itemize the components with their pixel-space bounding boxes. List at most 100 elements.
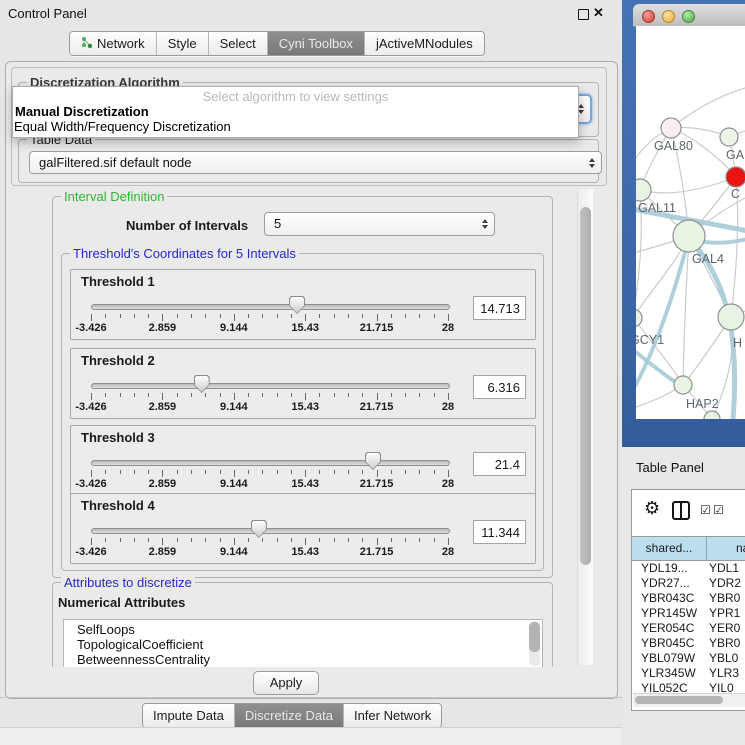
table-row[interactable]: YBR045CYBR0 <box>632 636 745 651</box>
group-title: Interval Definition <box>61 189 167 204</box>
table-row[interactable]: YLR345WYLR3 <box>632 666 745 681</box>
slider-ticks <box>91 393 449 401</box>
table-row[interactable]: YPR145WYPR1 <box>632 606 745 621</box>
option-equal-width-frequency[interactable]: Equal Width/Frequency Discretization <box>14 119 231 134</box>
cell-shared-name: YER054C <box>641 621 694 636</box>
threshold-value-field[interactable]: 21.4 <box>473 452 526 476</box>
threshold-value-field[interactable]: 11.344 <box>473 520 526 544</box>
slider-ticks <box>91 470 449 478</box>
columns-icon[interactable] <box>672 501 690 520</box>
apply-button[interactable]: Apply <box>253 671 319 695</box>
close-traffic-light[interactable] <box>642 10 655 23</box>
status-strip <box>0 728 622 745</box>
unlabeled-node[interactable] <box>720 128 738 146</box>
table-row[interactable]: YBR043CYBR0 <box>632 591 745 606</box>
threshold-label: Threshold 2 <box>81 353 155 368</box>
attribute-item[interactable]: SelfLoops <box>64 620 542 637</box>
cell-shared-name: YPR145W <box>641 606 697 621</box>
number-of-intervals-combobox[interactable]: 5 <box>264 212 495 236</box>
cell-name: YBL0 <box>709 651 738 666</box>
control-panel-tabs: Network Style Select Cyni Toolbox jActiv… <box>69 31 485 56</box>
node-label: GA <box>726 148 745 162</box>
tab-infer-network[interactable]: Infer Network <box>344 704 441 727</box>
table-data-group: Table Data galFiltered.sif default node <box>18 139 599 183</box>
tab-style[interactable]: Style <box>157 32 209 55</box>
tab-cyni-toolbox[interactable]: Cyni Toolbox <box>268 32 365 55</box>
network-window-titlebar[interactable] <box>633 4 745 27</box>
column-header-name[interactable]: na <box>707 537 745 560</box>
control-panel-header: Control Panel ✕ <box>0 0 622 27</box>
gear-icon[interactable]: ⚙ <box>644 499 660 517</box>
network-canvas[interactable]: GAL80GACGAL11GAL4GCY1HHAP2 <box>636 26 745 419</box>
slider-ticks <box>91 314 449 322</box>
node-label: GAL11 <box>638 201 676 215</box>
table-data-combobox[interactable]: galFiltered.sif default node <box>29 151 602 174</box>
slider-track[interactable] <box>91 304 450 310</box>
network-thick-edge[interactable] <box>636 346 681 386</box>
threshold-value-field[interactable]: 6.316 <box>473 375 526 399</box>
slider-thumb[interactable] <box>289 296 305 314</box>
thresholds-coordinates-group: Threshold's Coordinates for 5 Intervals … <box>61 253 544 571</box>
numerical-attributes-label: Numerical Attributes <box>58 595 185 610</box>
threshold-slider[interactable]: -3.4262.8599.14415.4321.71528 <box>71 375 535 417</box>
slider-thumb[interactable] <box>194 375 210 393</box>
list-scrollbar-thumb[interactable] <box>529 622 540 652</box>
red-selected-node[interactable] <box>726 167 745 187</box>
dropdown-hint: Select algorithm to view settings <box>13 89 578 104</box>
network-edge[interactable] <box>671 88 745 128</box>
slider-track[interactable] <box>91 383 450 389</box>
threshold-slider[interactable]: -3.4262.8599.14415.4321.71528 <box>71 296 535 338</box>
scrollbar-thumb[interactable] <box>635 696 723 704</box>
table-header-row: shared... na <box>632 536 745 561</box>
node-table: ⚙ ☑ ☑ shared... na YDL19...YDL1YDR27...Y… <box>631 489 745 711</box>
table-horizontal-scrollbar[interactable] <box>633 693 745 707</box>
cell-name: YDL1 <box>709 561 739 576</box>
panel-title: Control Panel <box>8 6 87 21</box>
column-header-shared[interactable]: shared... <box>632 537 707 560</box>
cell-name: YLR3 <box>709 666 739 681</box>
option-manual-discretization[interactable]: Manual Discretization <box>15 104 149 119</box>
slider-tick-labels: -3.4262.8599.14415.4321.71528 <box>91 546 449 558</box>
settings-scroll-area: Interval Definition Number of Intervals … <box>11 187 605 667</box>
divider <box>0 697 622 698</box>
slider-track[interactable] <box>91 460 450 466</box>
table-row[interactable]: YDL19...YDL1 <box>632 561 745 576</box>
table-row[interactable]: YBL079WYBL0 <box>632 651 745 666</box>
tab-jactivemnodules[interactable]: jActiveMNodules <box>365 32 484 55</box>
minimize-traffic-light[interactable] <box>662 10 675 23</box>
table-row[interactable]: YER054CYER0 <box>632 621 745 636</box>
threshold-slider[interactable]: -3.4262.8599.14415.4321.71528 <box>71 520 535 562</box>
attribute-item[interactable]: BetweennessCentrality <box>64 652 542 667</box>
numerical-attributes-list[interactable]: SelfLoopsTopologicalCoefficientBetweenne… <box>63 619 543 667</box>
HAP2-node[interactable] <box>674 376 692 394</box>
H-node[interactable] <box>718 304 744 330</box>
GAL80-node[interactable] <box>661 118 681 138</box>
table-row[interactable]: YDR27...YDR2 <box>632 576 745 591</box>
attribute-item[interactable]: TopologicalCoefficient <box>64 637 542 652</box>
close-icon[interactable]: ✕ <box>593 5 604 21</box>
tab-network[interactable]: Network <box>70 32 157 55</box>
zoom-traffic-light[interactable] <box>682 10 695 23</box>
interval-definition-group: Interval Definition Number of Intervals … <box>52 196 553 578</box>
number-of-intervals-label: Number of Intervals <box>126 218 248 233</box>
slider-track[interactable] <box>91 528 450 534</box>
slider-thumb[interactable] <box>365 452 381 470</box>
settings-vertical-scrollbar[interactable] <box>577 189 593 665</box>
tab-select[interactable]: Select <box>209 32 268 55</box>
table-panel: Table Panel ⚙ ☑ ☑ shared... na YDL19...Y… <box>622 447 745 745</box>
float-window-icon[interactable] <box>578 9 589 20</box>
threshold-label: Threshold 4 <box>81 498 155 513</box>
threshold-value-field[interactable]: 14.713 <box>473 296 526 320</box>
threshold-slider[interactable]: -3.4262.8599.14415.4321.71528 <box>71 452 535 494</box>
slider-tick-labels: -3.4262.8599.14415.4321.71528 <box>91 478 449 490</box>
checkbox-icon[interactable]: ☑ <box>700 504 711 516</box>
slider-thumb[interactable] <box>251 520 267 538</box>
tab-impute-data[interactable]: Impute Data <box>143 704 235 727</box>
network-edge[interactable] <box>640 177 736 193</box>
GCY1-node[interactable] <box>636 309 642 327</box>
checkbox-icon[interactable]: ☑ <box>713 504 724 516</box>
tab-discretize-data[interactable]: Discretize Data <box>235 704 344 727</box>
scrollbar-thumb[interactable] <box>580 207 591 565</box>
combo-arrows-icon <box>482 219 488 229</box>
GAL4-node[interactable] <box>673 220 705 252</box>
